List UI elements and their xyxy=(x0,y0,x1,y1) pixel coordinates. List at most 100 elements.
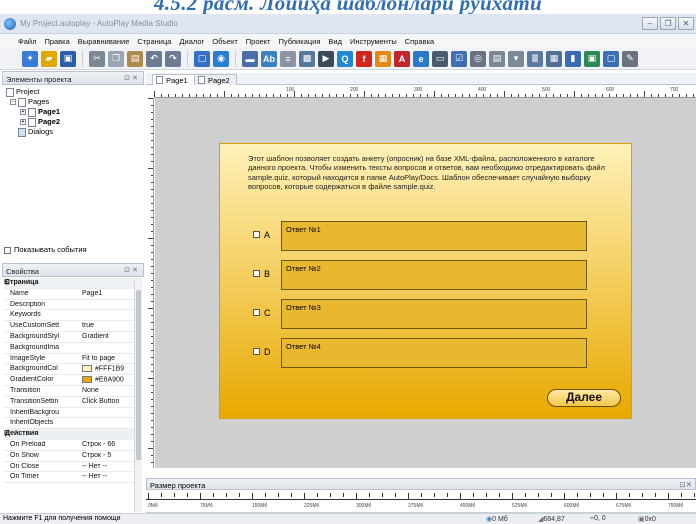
property-row[interactable]: TransitionSettin Click Button xyxy=(4,397,142,408)
copy-icon[interactable]: ❐ xyxy=(108,50,124,67)
shape-object-icon[interactable]: ▢ xyxy=(603,50,619,67)
design-canvas[interactable]: Этот шаблон позволяет создать анкету (оп… xyxy=(155,98,696,468)
open-icon[interactable]: ▰ xyxy=(41,50,57,67)
expand-icon[interactable]: + xyxy=(20,119,26,126)
property-row[interactable]: InheritObjects xyxy=(4,418,142,430)
close-button[interactable]: ✕ xyxy=(678,17,694,30)
property-row[interactable]: GradientColor #E8A900 xyxy=(4,375,142,386)
progress-object-icon[interactable]: ▮ xyxy=(565,50,581,67)
menu-item-6[interactable]: Проект xyxy=(242,34,275,46)
save-icon[interactable]: ▣ xyxy=(60,50,76,67)
xbutton-object-icon[interactable]: e xyxy=(413,50,429,67)
answer-box[interactable]: Ответ №2 xyxy=(281,260,587,290)
image-object-icon[interactable]: ▩ xyxy=(299,50,315,67)
combobox-object-icon[interactable]: ▾ xyxy=(508,50,524,67)
color-swatch[interactable] xyxy=(82,365,92,373)
menu-item-7[interactable]: Публикация xyxy=(275,34,325,46)
button-object-icon[interactable]: ▬ xyxy=(242,50,258,67)
paste-icon[interactable]: ▤ xyxy=(127,50,143,67)
property-row[interactable]: InheritBackgrou xyxy=(4,408,142,419)
globe-icon[interactable]: ◉ xyxy=(213,50,229,67)
property-row[interactable]: UseCustomSett true xyxy=(4,321,142,332)
answer-checkbox[interactable] xyxy=(253,270,260,277)
menu-item-1[interactable]: Правка xyxy=(40,34,73,46)
show-events-checkbox[interactable]: Показывать события xyxy=(4,245,87,254)
grid-object-icon[interactable]: ▦ xyxy=(546,50,562,67)
plugin-object-icon[interactable]: ▣ xyxy=(584,50,600,67)
property-row[interactable]: ImageStyle Fit to page xyxy=(4,354,142,365)
tab-page2[interactable]: Page2 xyxy=(194,74,237,85)
tab-page1[interactable]: Page1 xyxy=(152,74,195,85)
answer-box[interactable]: Ответ №4 xyxy=(281,338,587,368)
pencil-icon[interactable]: ✎ xyxy=(622,50,638,67)
property-value[interactable]: Gradient xyxy=(82,333,109,340)
menu-item-5[interactable]: Объект xyxy=(208,34,242,46)
answer-box[interactable]: Ответ №1 xyxy=(281,221,587,251)
page-icon[interactable]: ▢ xyxy=(194,50,210,67)
answer-option-d[interactable]: D Ответ №4 xyxy=(253,338,593,368)
cut-icon[interactable]: ✂ xyxy=(89,50,105,67)
tree-item-page2[interactable]: + Page2 xyxy=(20,117,60,127)
menu-item-4[interactable]: Диалог xyxy=(175,34,208,46)
property-row[interactable]: On Show Строк - 5 xyxy=(4,451,142,462)
property-row[interactable]: Name Page1 xyxy=(4,289,142,300)
answer-option-c[interactable]: C Ответ №3 xyxy=(253,299,593,329)
answer-option-a[interactable]: A Ответ №1 xyxy=(253,221,593,251)
panel-pin-close-icons[interactable]: ⊡✕ xyxy=(124,266,140,274)
checkbox-icon[interactable] xyxy=(4,246,11,254)
properties-scrollbar[interactable] xyxy=(134,280,142,512)
expand-icon[interactable]: + xyxy=(20,109,26,116)
property-row[interactable]: On Preload Строк - 66 xyxy=(4,440,142,451)
property-category[interactable]: ⊟ Страница xyxy=(4,278,142,289)
property-value[interactable]: true xyxy=(82,322,94,329)
tree-item-pages[interactable]: − Pages xyxy=(10,97,49,107)
intro-paragraph[interactable]: Этот шаблон позволяет создать анкету (оп… xyxy=(248,154,608,192)
property-value[interactable]: -- Нет -- xyxy=(82,463,107,470)
flash-object-icon[interactable]: f xyxy=(356,50,372,67)
property-value[interactable]: Строк - 5 xyxy=(82,452,111,459)
tree-object-icon[interactable]: ≣ xyxy=(527,50,543,67)
answer-box[interactable]: Ответ №3 xyxy=(281,299,587,329)
undo-icon[interactable]: ↶ xyxy=(146,50,162,67)
next-button[interactable]: Далее xyxy=(547,389,621,407)
answer-checkbox[interactable] xyxy=(253,309,260,316)
property-row[interactable]: Description xyxy=(4,300,142,311)
answer-checkbox[interactable] xyxy=(253,348,260,355)
property-value[interactable]: Page1 xyxy=(82,290,102,297)
property-value[interactable]: None xyxy=(82,387,99,394)
video-object-icon[interactable]: ▶ xyxy=(318,50,334,67)
quiz-page[interactable]: Этот шаблон позволяет создать анкету (оп… xyxy=(219,143,632,419)
property-row[interactable]: BackgroundIma xyxy=(4,343,142,354)
property-value[interactable]: #E8A900 xyxy=(82,376,124,384)
panel-pin-close-icons[interactable]: ⊡✕ xyxy=(679,480,692,489)
property-value[interactable]: Fit to page xyxy=(82,355,115,362)
listbox-object-icon[interactable]: ▤ xyxy=(489,50,505,67)
input-object-icon[interactable]: ▭ xyxy=(432,50,448,67)
property-row[interactable]: Transition None xyxy=(4,386,142,397)
tree-item-dialogs[interactable]: Dialogs xyxy=(18,127,53,137)
redo-icon[interactable]: ↷ xyxy=(165,50,181,67)
property-category[interactable]: ⊟ Действия xyxy=(4,429,142,440)
property-row[interactable]: BackgroundStyl Gradient xyxy=(4,332,142,343)
property-value[interactable]: -- Нет -- xyxy=(82,473,107,480)
pdf-object-icon[interactable]: A xyxy=(394,50,410,67)
menu-item-9[interactable]: Инструменты xyxy=(346,34,401,46)
panel-pin-close-icons[interactable]: ⊡✕ xyxy=(124,74,140,82)
property-value[interactable]: Click Button xyxy=(82,398,119,405)
collapse-icon[interactable]: − xyxy=(10,99,16,106)
wizard-icon[interactable]: ✦ xyxy=(22,50,38,67)
property-row[interactable]: On Close -- Нет -- xyxy=(4,462,142,473)
web-object-icon[interactable]: Q xyxy=(337,50,353,67)
color-swatch[interactable] xyxy=(82,376,92,384)
property-value[interactable]: #FFF1B9 xyxy=(82,365,124,373)
property-value[interactable]: Строк - 66 xyxy=(82,441,115,448)
scroll-thumb[interactable] xyxy=(136,290,141,460)
property-row[interactable]: BackgroundCol #FFF1B9 xyxy=(4,364,142,376)
tree-item-page1[interactable]: + Page1 xyxy=(20,107,60,117)
radio-object-icon[interactable]: ◎ xyxy=(470,50,486,67)
menu-item-3[interactable]: Страница xyxy=(133,34,175,46)
menu-item-10[interactable]: Справка xyxy=(401,34,438,46)
slideshow-object-icon[interactable]: ▦ xyxy=(375,50,391,67)
menu-item-2[interactable]: Выравнивание xyxy=(74,34,134,46)
checkbox-object-icon[interactable]: ☑ xyxy=(451,50,467,67)
